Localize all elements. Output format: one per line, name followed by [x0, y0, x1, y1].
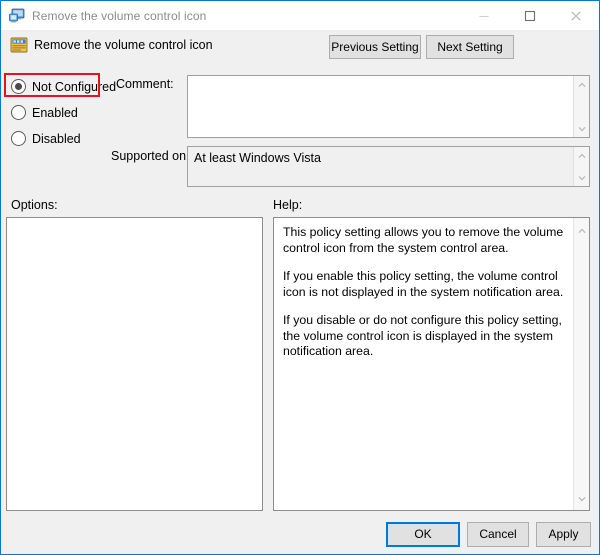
- help-paragraph: If you enable this policy setting, the v…: [283, 269, 564, 300]
- title-bar: Remove the volume control icon: [1, 1, 599, 30]
- comment-label: Comment:: [116, 77, 174, 91]
- scroll-up-icon[interactable]: [574, 78, 590, 91]
- radio-disabled-label: Disabled: [32, 132, 81, 146]
- scroll-up-icon[interactable]: [578, 221, 586, 239]
- help-paragraph: If you disable or do not configure this …: [283, 313, 564, 360]
- comment-value[interactable]: [188, 76, 573, 137]
- supported-on-value: At least Windows Vista: [188, 147, 573, 186]
- radio-not-configured-label: Not Configured: [32, 80, 116, 94]
- scroll-down-icon[interactable]: [574, 122, 590, 135]
- comment-scrollbar[interactable]: [573, 76, 589, 137]
- policy-setting-dialog: Remove the volume control icon: [0, 0, 600, 555]
- options-panel[interactable]: [6, 217, 263, 511]
- help-text: This policy setting allows you to remove…: [274, 218, 573, 510]
- maximize-icon[interactable]: [507, 1, 553, 30]
- radio-dot-icon: [11, 105, 26, 120]
- comment-input[interactable]: [187, 75, 590, 138]
- close-icon[interactable]: [553, 1, 599, 30]
- radio-dot-icon: [11, 131, 26, 146]
- scroll-down-icon[interactable]: [578, 489, 586, 507]
- previous-setting-button[interactable]: Previous Setting: [329, 35, 421, 59]
- help-paragraph: This policy setting allows you to remove…: [283, 225, 564, 256]
- policy-window-icon: [9, 8, 25, 24]
- apply-button[interactable]: Apply: [536, 522, 591, 547]
- supported-on-label: Supported on:: [111, 149, 190, 163]
- scroll-up-icon[interactable]: [574, 149, 590, 162]
- options-panel-content: [7, 218, 262, 510]
- dialog-header: Remove the volume control icon Previous …: [1, 30, 599, 65]
- window-controls: [461, 1, 599, 30]
- policy-name: Remove the volume control icon: [34, 38, 213, 52]
- radio-not-configured[interactable]: Not Configured: [11, 79, 116, 94]
- help-panel: This policy setting allows you to remove…: [273, 217, 590, 511]
- cancel-button[interactable]: Cancel: [467, 522, 529, 547]
- policy-setting-icon: [10, 36, 28, 54]
- supported-on-field: At least Windows Vista: [187, 146, 590, 187]
- radio-enabled-label: Enabled: [32, 106, 78, 120]
- help-label: Help:: [273, 198, 302, 212]
- window-title: Remove the volume control icon: [32, 9, 206, 23]
- options-label: Options:: [11, 198, 58, 212]
- scroll-down-icon[interactable]: [574, 171, 590, 184]
- radio-dot-icon: [11, 79, 26, 94]
- minimize-icon[interactable]: [461, 1, 507, 30]
- radio-disabled[interactable]: Disabled: [11, 131, 81, 146]
- ok-button[interactable]: OK: [386, 522, 460, 547]
- radio-enabled[interactable]: Enabled: [11, 105, 78, 120]
- help-scrollbar[interactable]: [573, 218, 589, 510]
- next-setting-button[interactable]: Next Setting: [426, 35, 514, 59]
- supported-on-scrollbar[interactable]: [573, 147, 589, 186]
